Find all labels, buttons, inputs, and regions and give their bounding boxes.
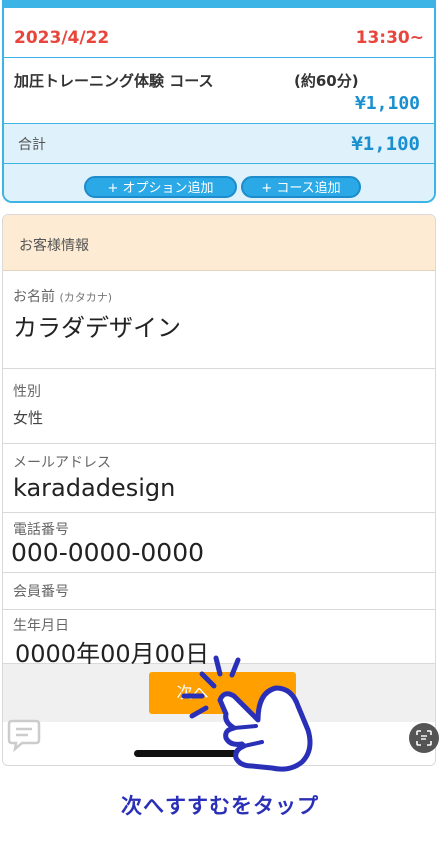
name-value: カラダデザイン [13,314,181,342]
email-label: メールアドレス [13,455,111,471]
reservation-datetime-row: 2023/4/22 13:30~ [4,18,434,58]
gender-value: 女性 [13,409,44,427]
total-label: 合計 [18,136,46,153]
reservation-card: 2023/4/22 13:30~ 加圧トレーニング体験 コース (約60分) ¥… [2,0,436,203]
add-option-button[interactable]: + オプション追加 [84,176,237,198]
gender-label: 性別 [13,384,41,400]
reservation-date: 2023/4/22 [14,27,110,48]
instruction-caption: 次へすすむをタップ [121,794,319,818]
add-course-button[interactable]: + コース追加 [241,176,361,198]
scan-icon[interactable] [409,723,439,753]
course-name: 加圧トレーニング体験 コース [14,72,214,90]
phone-value: 000-0000-0000 [11,538,205,567]
email-field[interactable]: メールアドレス karadadesign [3,444,435,513]
customer-info-header: お客様情報 [3,215,435,271]
course-price: ¥1,100 [354,93,420,114]
tap-hand-icon [180,650,330,775]
course-row: 加圧トレーニング体験 コース (約60分) ¥1,100 [4,58,434,124]
birthdate-label: 生年月日 [13,618,69,634]
phone-field[interactable]: 電話番号 000-0000-0000 [3,513,435,573]
phone-label: 電話番号 [13,522,69,538]
member-number-label: 会員番号 [13,584,69,600]
name-label: お名前 (カタカナ) [13,289,113,305]
name-label-note: (カタカナ) [59,291,113,304]
course-duration: (約60分) [294,72,359,90]
add-buttons-row: + オプション追加 + コース追加 [4,164,434,201]
reservation-time: 13:30~ [355,27,424,48]
total-price: ¥1,100 [351,132,420,155]
member-number-field[interactable]: 会員番号 [3,573,435,610]
chat-icon[interactable] [6,718,42,753]
email-value: karadadesign [13,474,176,502]
total-row: 合計 ¥1,100 [4,124,434,164]
name-field[interactable]: お名前 (カタカナ) カラダデザイン [3,272,435,369]
gender-field[interactable]: 性別 女性 [3,369,435,444]
